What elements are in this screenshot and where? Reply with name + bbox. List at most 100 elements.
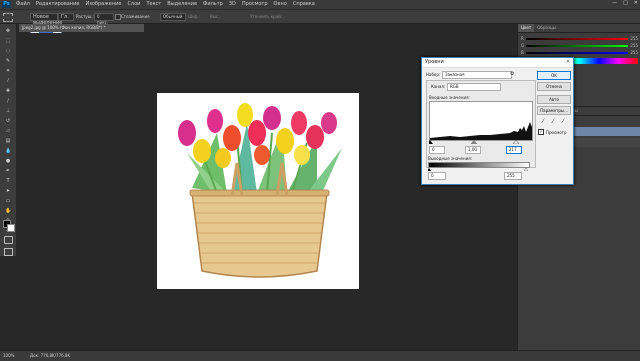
hand-tool-icon[interactable]: ✋ [5, 208, 11, 214]
tab-color[interactable]: Цвет [518, 24, 535, 32]
cancel-button[interactable]: Отмена [537, 82, 571, 91]
blur-tool-icon[interactable]: 💧 [5, 148, 11, 154]
tab-swatches[interactable]: Образцы [534, 24, 559, 32]
auto-button[interactable]: Авто [537, 95, 571, 104]
channel-label: Канал: [431, 84, 446, 89]
marquee-tool-icon[interactable] [3, 13, 13, 22]
move-tool-icon[interactable]: ✥ [5, 28, 11, 34]
close-icon[interactable]: ✕ [564, 58, 572, 66]
tools-panel: ✥ ⬚ ◌ ✎ ⌗ ⁄ ✚ ∕ ⊥ ↺ ▱ ▤ 💧 ● ✒ T ➤ ▭ ✋ ⚲ … [0, 24, 17, 256]
gray-eyedropper-icon[interactable]: ⁄ [552, 118, 553, 125]
lasso-tool-icon[interactable]: ◌ [5, 48, 11, 54]
selection-mode-field[interactable]: Новое выделение [30, 13, 62, 26]
preview-label: Просмотр [546, 129, 567, 135]
menu-view[interactable]: Просмотр [242, 1, 268, 7]
screen-mode-icon[interactable] [4, 248, 13, 256]
input-slider[interactable] [427, 139, 531, 145]
preset-select[interactable]: Заказная [442, 71, 512, 79]
menu-window[interactable]: Окно [274, 1, 287, 7]
menu-select[interactable]: Выделение [167, 1, 197, 7]
clone-stamp-icon[interactable]: ⊥ [5, 108, 11, 114]
refine-edge-button[interactable]: Уточнить край... [250, 14, 285, 19]
red-label: R [521, 36, 524, 41]
levels-group: Канал: RGB Входные значения: 0 1,00 217 [426, 80, 536, 168]
channel-select[interactable]: RGB [447, 83, 501, 91]
document-tab[interactable]: Jpeg2.jpg @ 100% (Фон копия, RGB/8*) * [19, 24, 144, 32]
style-select[interactable]: Обычный [160, 13, 186, 21]
healing-brush-icon[interactable]: ✚ [5, 88, 11, 94]
close-window-button[interactable]: ✕ [634, 0, 638, 6]
options-button[interactable]: Параметры... [537, 106, 571, 115]
document-info: Док: 776,8K/776,8K [30, 353, 71, 358]
width-label: Шир.: [188, 14, 201, 19]
zoom-level[interactable]: 100% [3, 353, 14, 358]
output-slider[interactable] [427, 167, 529, 172]
minimize-button[interactable]: — [612, 0, 617, 6]
green-value[interactable]: 255 [630, 43, 638, 48]
menu-3d[interactable]: 3D [229, 1, 236, 7]
white-eyedropper-icon[interactable]: ⁄ [562, 118, 563, 125]
blue-value[interactable]: 255 [630, 50, 638, 55]
window-controls: — □ ✕ [612, 0, 638, 6]
menu-filter[interactable]: Фильтр [203, 1, 223, 7]
menu-items: Файл Редактирование Изображение Слои Тек… [16, 1, 315, 7]
gradient-tool-icon[interactable]: ▤ [5, 138, 11, 144]
shape-tool-icon[interactable]: ▭ [5, 198, 11, 204]
marquee-tool-icon[interactable]: ⬚ [5, 38, 11, 44]
feather-field[interactable]: 0 пикс. [94, 13, 114, 25]
menu-layers[interactable]: Слои [127, 1, 140, 7]
eraser-tool-icon[interactable]: ▱ [5, 128, 11, 134]
preset-options-icon[interactable]: ⚙ [510, 71, 514, 77]
document-canvas[interactable] [157, 93, 359, 289]
dialog-title: Уровни [425, 59, 444, 65]
red-slider[interactable] [525, 37, 629, 40]
menu-bar: Ps Файл Редактирование Изображение Слои … [0, 0, 640, 10]
dodge-tool-icon[interactable]: ● [5, 158, 11, 164]
brush-tool-icon[interactable]: ∕ [5, 98, 11, 104]
status-bar: 100% Док: 776,8K/776,8K [0, 350, 640, 361]
blue-slider[interactable] [525, 51, 629, 54]
blue-label: B [521, 50, 524, 55]
crop-tool-icon[interactable]: ⌗ [5, 68, 11, 74]
history-brush-icon[interactable]: ↺ [5, 118, 11, 124]
background-color-swatch[interactable] [7, 224, 15, 232]
style-field[interactable]: Гл. [58, 13, 74, 21]
input-midtone-field[interactable]: 1,00 [465, 146, 481, 154]
preview-checkbox[interactable]: ✓ [538, 129, 544, 135]
pen-tool-icon[interactable]: ✒ [5, 168, 11, 174]
levels-dialog: Уровни ✕ Набор: Заказная ⚙ OK Отмена Авт… [421, 57, 574, 185]
preset-label: Набор: [426, 72, 441, 77]
output-white-field[interactable]: 255 [504, 172, 522, 180]
histogram [429, 101, 533, 141]
maximize-button[interactable]: □ [623, 0, 628, 6]
input-levels-label: Входные значения: [429, 95, 470, 100]
output-levels-label: Выходные значения: [428, 156, 472, 161]
green-slider[interactable] [526, 44, 629, 47]
type-tool-icon[interactable]: T [5, 178, 11, 184]
quick-select-tool-icon[interactable]: ✎ [5, 58, 11, 64]
height-label: Выс.: [210, 14, 221, 19]
blue-slider-row: B 255 [521, 49, 638, 56]
input-black-field[interactable]: 0 [429, 146, 445, 154]
ok-button[interactable]: OK [537, 71, 571, 80]
tulip-basket-image [178, 103, 342, 278]
red-value[interactable]: 255 [630, 36, 638, 41]
menu-type[interactable]: Текст [146, 1, 161, 7]
output-black-field[interactable]: 0 [428, 172, 446, 180]
feather-label: Растуш.: [76, 14, 95, 19]
menu-image[interactable]: Изображение [85, 1, 121, 7]
black-eyedropper-icon[interactable]: ⁄ [542, 118, 543, 125]
menu-help[interactable]: Справка [293, 1, 315, 7]
path-select-icon[interactable]: ➤ [5, 188, 11, 194]
menu-file[interactable]: Файл [16, 1, 30, 7]
options-bar: Новое выделение Гл. Растуш.: 0 пикс. Сгл… [0, 10, 640, 26]
menu-edit[interactable]: Редактирование [36, 1, 80, 7]
input-white-field[interactable]: 217 [506, 146, 522, 154]
dialog-titlebar: Уровни [422, 58, 573, 68]
green-slider-row: G 255 [521, 42, 638, 49]
eyedropper-tool-icon[interactable]: ⁄ [5, 78, 11, 84]
quick-mask-icon[interactable] [4, 236, 13, 244]
photoshop-logo: Ps [2, 1, 11, 8]
red-slider-row: R 255 [521, 35, 638, 42]
antialias-label: Сглаживание [121, 14, 150, 19]
